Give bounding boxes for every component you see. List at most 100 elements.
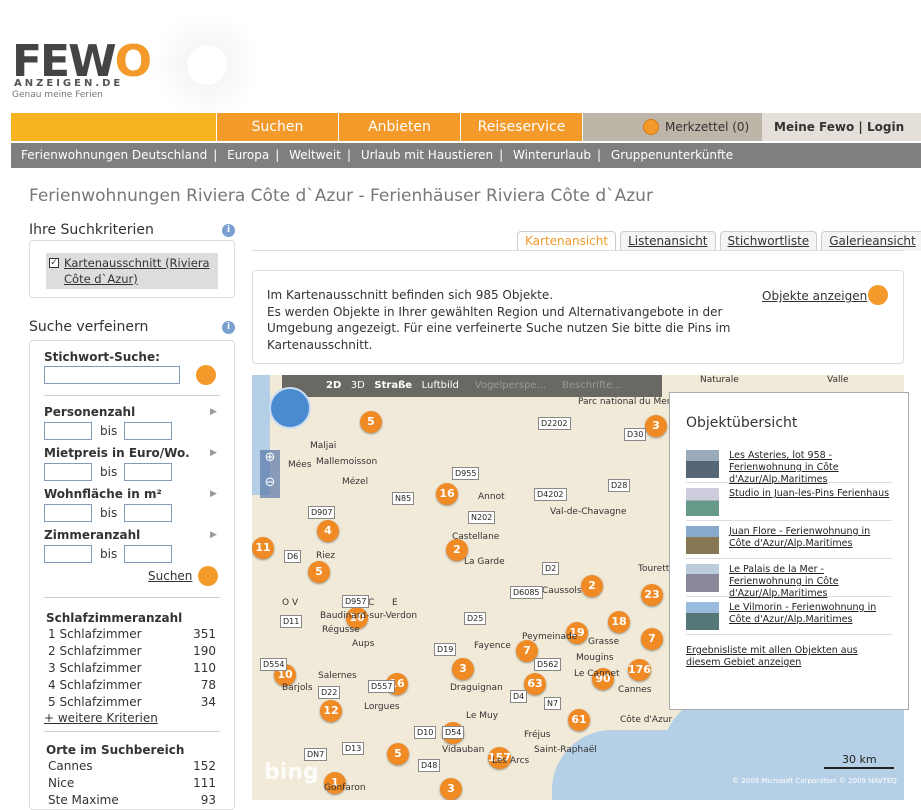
search-icon[interactable] — [198, 566, 218, 586]
map-pin[interactable]: 12 — [320, 700, 342, 722]
subnav-europa[interactable]: Europa — [227, 148, 269, 162]
info-icon[interactable]: i — [222, 321, 235, 334]
map-pin[interactable]: 5 — [360, 411, 382, 433]
map-place-label: Le Cannet — [574, 669, 620, 679]
tab-galerieansicht[interactable]: Galerieansicht — [821, 231, 921, 251]
map-pin[interactable]: 3 — [440, 778, 462, 800]
map-pin[interactable]: 3 — [452, 658, 474, 680]
overview-item[interactable]: Les Asteries, lot 958 - Ferienwohnung in… — [686, 445, 892, 485]
subnav-deutschland[interactable]: Ferienwohnungen Deutschland — [21, 148, 207, 162]
map-aerial-button[interactable]: Luftbild — [422, 380, 459, 391]
price-label: Mietpreis in Euro/Wo. — [44, 446, 190, 460]
map-pin[interactable]: 176 — [628, 659, 651, 681]
map-pin[interactable]: 4 — [317, 520, 339, 542]
subnav-weltweit[interactable]: Weltweit — [289, 148, 341, 162]
map-place-label: Annot — [478, 492, 505, 502]
tab-stichwortliste[interactable]: Stichwortliste — [719, 231, 818, 251]
map-place-label: O V — [282, 598, 299, 608]
notice-line: Umgebung angezeigt. Für eine verfeinerte… — [267, 321, 731, 335]
place-row[interactable]: Cannes 152 — [48, 759, 216, 773]
persons-max-input[interactable] — [124, 422, 172, 440]
nav-suchen[interactable]: Suchen — [216, 113, 338, 141]
overview-item[interactable]: Studio in Juan-les-Pins Ferienhaus — [686, 483, 892, 521]
tab-listenansicht[interactable]: Listenansicht — [620, 231, 716, 251]
criteria-box: ✓ Kartenausschnitt (Riviera Côte d`Azur) — [29, 240, 235, 298]
map-pin[interactable]: 18 — [608, 611, 630, 633]
property-thumbnail[interactable] — [686, 526, 719, 554]
overview-item[interactable]: Juan Flore - Ferienwohnung in Côte d'Azu… — [686, 521, 892, 559]
map-pin[interactable]: 7 — [641, 628, 663, 650]
place-row[interactable]: Nice 111 — [48, 776, 216, 790]
show-objects-link[interactable]: Objekte anzeigen — [762, 289, 867, 303]
rooms-min-input[interactable] — [44, 545, 92, 563]
show-objects-icon[interactable] — [868, 285, 888, 305]
area-max-input[interactable] — [124, 504, 172, 522]
criteria-item[interactable]: ✓ Kartenausschnitt (Riviera Côte d`Azur) — [46, 253, 218, 289]
road-shield: D554 — [260, 658, 288, 671]
price-min-input[interactable] — [44, 463, 92, 481]
keyword-search-icon[interactable] — [196, 365, 216, 385]
bedroom-row[interactable]: 1 Schlafzimmer 351 — [48, 627, 216, 641]
road-shield: D10 — [414, 726, 437, 739]
map-place-label: Baudinard-sur-Verdon — [320, 611, 418, 621]
map-pin[interactable]: 2 — [581, 575, 603, 597]
bedroom-row[interactable]: 4 Schlafzimmer 78 — [48, 678, 216, 692]
bedroom-row[interactable]: 3 Schlafzimmer 110 — [48, 661, 216, 675]
map-place-label: Lorgues — [364, 702, 400, 712]
map-labels-button[interactable]: Beschrifte... — [562, 380, 622, 391]
nav-anbieten[interactable]: Anbieten — [338, 113, 460, 141]
expand-arrow-icon[interactable]: ▶ — [210, 448, 217, 458]
account-links[interactable]: Meine Fewo | Login — [762, 113, 921, 141]
subnav-winterurlaub[interactable]: Winterurlaub — [513, 148, 591, 162]
map-3d-button[interactable]: 3D — [351, 380, 365, 391]
map-pin[interactable]: 16 — [436, 483, 458, 505]
search-link[interactable]: Suchen — [148, 569, 192, 583]
site-logo[interactable]: FEWO ANZEIGEN.DE Genau meine Ferien — [12, 10, 262, 120]
tab-kartenansicht[interactable]: Kartenansicht — [517, 231, 617, 251]
subnav-haustiere[interactable]: Urlaub mit Haustieren — [361, 148, 493, 162]
checkbox-icon[interactable]: ✓ — [49, 258, 59, 268]
property-thumbnail[interactable] — [686, 450, 719, 478]
map-pin[interactable]: 3 — [645, 415, 667, 437]
expand-arrow-icon[interactable]: ▶ — [210, 530, 217, 540]
persons-min-input[interactable] — [44, 422, 92, 440]
property-thumbnail[interactable] — [686, 564, 719, 592]
map-pin[interactable]: 23 — [641, 584, 663, 606]
keyword-input[interactable] — [44, 366, 180, 384]
property-thumbnail[interactable] — [686, 488, 719, 516]
rooms-max-input[interactable] — [124, 545, 172, 563]
overview-item[interactable]: Le Palais de la Mer - Ferienwohnung in C… — [686, 559, 892, 599]
bedroom-row[interactable]: 2 Schlafzimmer 190 — [48, 644, 216, 658]
map-place-label: Castellane — [452, 532, 500, 542]
zoom-in-icon[interactable]: ⊕ — [260, 450, 280, 465]
sun-logo-graphic — [152, 10, 262, 120]
map-2d-button[interactable]: 2D — [326, 380, 341, 391]
price-max-input[interactable] — [124, 463, 172, 481]
map-road-button[interactable]: Straße — [374, 380, 412, 391]
map-birdseye-button[interactable]: Vogelperspe... — [475, 380, 546, 391]
map-pin[interactable]: 5 — [308, 561, 330, 583]
bedroom-row[interactable]: 5 Schlafzimmer 34 — [48, 695, 216, 709]
property-thumbnail[interactable] — [686, 602, 719, 630]
subnav-gruppen[interactable]: Gruppenunterkünfte — [611, 148, 733, 162]
more-criteria-link[interactable]: + weitere Kriterien — [44, 711, 158, 725]
map-pin[interactable]: 61 — [568, 709, 590, 731]
map-pin[interactable]: 11 — [252, 537, 274, 559]
overview-item[interactable]: Le Vilmorin - Ferienwohnung in Côte d'Az… — [686, 597, 892, 635]
expand-arrow-icon[interactable]: ▶ — [210, 489, 217, 499]
main-nav: Suchen Anbieten Reiseservice Merkzettel … — [11, 113, 921, 141]
map-pan-control-icon[interactable] — [269, 387, 311, 429]
expand-arrow-icon[interactable]: ▶ — [210, 407, 217, 417]
area-min-input[interactable] — [44, 504, 92, 522]
map-pin[interactable]: 63 — [524, 673, 546, 695]
all-results-link[interactable]: Ergebnisliste mit allen Objekten aus die… — [686, 645, 892, 669]
map-pin[interactable]: 5 — [387, 743, 409, 765]
zoom-out-icon[interactable]: ⊖ — [260, 475, 280, 490]
map-place-label: Barjols — [282, 683, 313, 693]
map-zoom-control[interactable]: ⊕ ⊖ — [260, 450, 280, 498]
merkzettel-link[interactable]: Merkzettel (0) — [582, 113, 762, 141]
info-icon[interactable]: i — [222, 224, 235, 237]
road-shield: D48 — [418, 759, 441, 772]
nav-reiseservice[interactable]: Reiseservice — [460, 113, 582, 141]
place-row[interactable]: Ste Maxime 93 — [48, 793, 216, 807]
